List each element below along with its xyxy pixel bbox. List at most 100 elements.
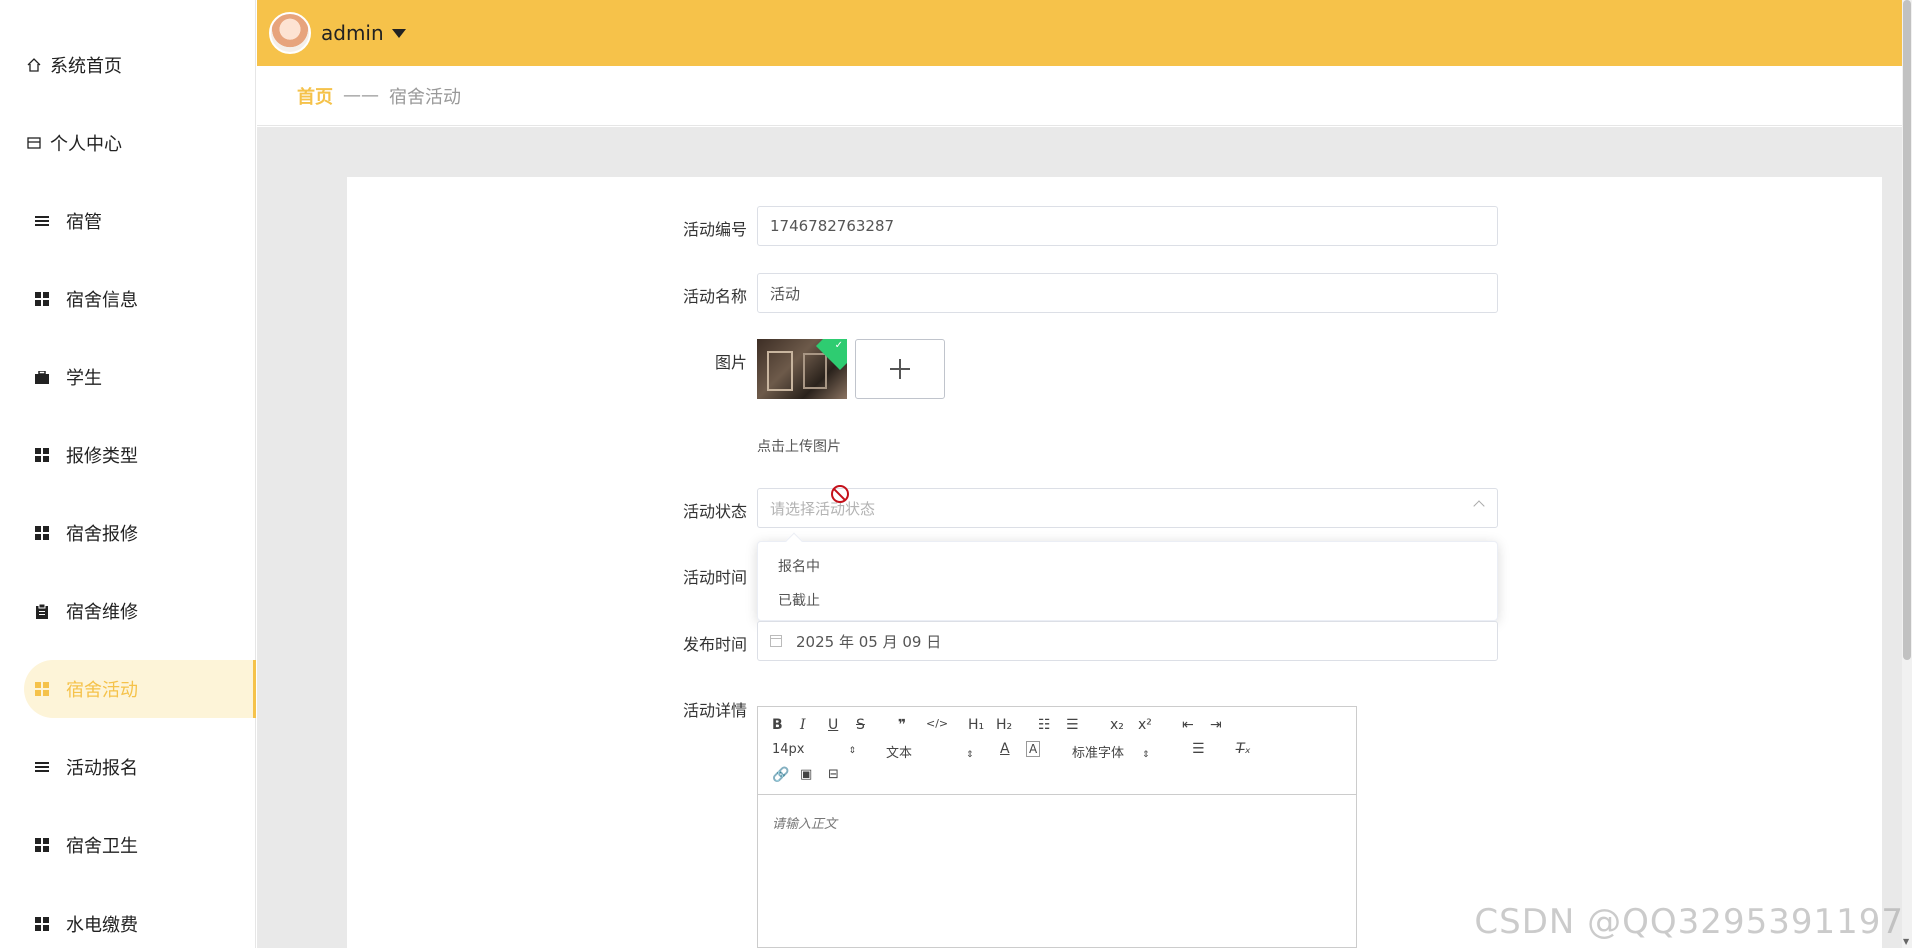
sidebar-item-dorm-repair[interactable]: 宿舍报修 (32, 504, 256, 562)
bold-button[interactable]: B (772, 717, 783, 733)
home-icon (24, 58, 44, 72)
sidebar-item-label: 系统首页 (50, 56, 122, 77)
sidebar-item-label: 活动报名 (66, 758, 138, 779)
bunk-bed-shape (767, 351, 793, 391)
calendar-icon (770, 635, 782, 647)
chevron-up-icon (1473, 500, 1485, 512)
activity-time-label: 活动时间 (682, 568, 747, 587)
sidebar-item-dorm-maintenance[interactable]: 宿舍维修 (32, 582, 256, 640)
activity-name-input[interactable]: 活动 (757, 273, 1498, 313)
h1-button[interactable]: H₁ (968, 717, 984, 733)
status-placeholder: 请选择活动状态 (770, 499, 876, 518)
publish-time-label: 发布时间 (682, 635, 747, 654)
font-size-value: 14px (772, 742, 805, 757)
breadcrumb-separator: —— (343, 85, 379, 106)
breadcrumb-home[interactable]: 首页 (297, 83, 333, 109)
status-label: 活动状态 (682, 502, 747, 521)
subscript-button[interactable]: x₂ (1110, 717, 1124, 733)
sidebar-item-utility-fee[interactable]: 水电缴费 (32, 895, 256, 948)
image-upload-button[interactable] (855, 339, 945, 399)
caret-down-icon (391, 28, 406, 38)
underline-button[interactable]: U (828, 717, 838, 733)
uploaded-image-thumbnail[interactable]: ✓ (757, 339, 847, 399)
check-icon: ✓ (834, 340, 843, 351)
list-icon (32, 215, 52, 227)
top-bar: admin (257, 0, 1902, 66)
rich-text-editor: B I U S ❞ </> H₁ H₂ ☷ ☰ x₂ x² ⇤ ⇥ 14px ⇕ … (757, 706, 1357, 948)
h2-button[interactable]: H₂ (996, 717, 1012, 733)
bunk-bed-shape (803, 353, 827, 389)
align-button[interactable]: ☰ (1192, 741, 1205, 757)
updown-icon: ⇕ (966, 750, 974, 760)
editor-placeholder: 请输入正文 (772, 817, 838, 832)
outdent-button[interactable]: ⇤ (1182, 717, 1194, 733)
status-option-signup[interactable]: 报名中 (778, 556, 820, 576)
italic-button[interactable]: I (800, 717, 806, 733)
sidebar-item-activity-signup[interactable]: 活动报名 (32, 738, 256, 796)
username: admin (321, 21, 384, 45)
grid-icon (32, 292, 52, 306)
sidebar-item-personal[interactable]: 个人中心 (24, 114, 256, 172)
activity-no-label: 活动编号 (682, 220, 747, 239)
code-block-button[interactable]: </> (926, 717, 948, 730)
publish-time-input[interactable]: 2025 年 05 月 09 日 (757, 621, 1498, 661)
font-color-button[interactable]: A (1000, 741, 1010, 757)
sidebar-item-label: 宿舍维修 (66, 602, 138, 623)
sidebar-item-label: 学生 (66, 368, 102, 389)
sidebar-item-label: 宿舍卫生 (66, 836, 138, 857)
indent-button[interactable]: ⇥ (1210, 717, 1222, 733)
ordered-list-button[interactable]: ☷ (1038, 717, 1051, 733)
card-icon (24, 136, 44, 150)
grid-icon (32, 526, 52, 540)
page-scrollbar[interactable]: ▼ (1902, 0, 1912, 948)
breadcrumb-current: 宿舍活动 (389, 86, 461, 108)
strike-button[interactable]: S (856, 717, 865, 733)
sidebar-item-label: 宿管 (66, 212, 102, 233)
image-button[interactable]: ▣ (800, 767, 812, 782)
sidebar-item-home[interactable]: 系统首页 (24, 36, 256, 94)
activity-name-value: 活动 (770, 284, 801, 303)
sidebar: 系统首页 个人中心 宿管 宿舍信息 学生 报修类型 宿舍报修 宿舍维修 宿舍活动… (0, 0, 256, 948)
sidebar-item-dorm-manager[interactable]: 宿管 (32, 192, 256, 250)
image-label: 图片 (714, 353, 747, 372)
grid-icon (32, 682, 52, 696)
quote-button[interactable]: ❞ (898, 717, 906, 733)
background-color-button[interactable]: A (1026, 741, 1041, 757)
font-family-select[interactable]: 标准字体 ⇕ (1072, 742, 1150, 761)
activity-name-label: 活动名称 (682, 287, 747, 306)
list-icon (32, 761, 52, 773)
sidebar-item-repair-type[interactable]: 报修类型 (32, 426, 256, 484)
video-button[interactable]: ⊟ (828, 767, 839, 782)
avatar[interactable] (269, 12, 311, 54)
status-select[interactable]: 请选择活动状态 (757, 488, 1498, 528)
sidebar-item-label: 宿舍活动 (66, 680, 138, 701)
user-menu[interactable]: admin (321, 21, 406, 45)
link-button[interactable]: 🔗 (772, 767, 789, 783)
updown-icon: ⇕ (1142, 750, 1150, 760)
grid-icon (32, 448, 52, 462)
status-option-closed[interactable]: 已截止 (778, 590, 820, 610)
clear-format-button[interactable]: T̶ₓ (1236, 741, 1251, 757)
sidebar-item-label: 水电缴费 (66, 915, 138, 936)
activity-no-input[interactable]: 1746782763287 (757, 206, 1498, 246)
plus-icon (899, 359, 901, 379)
sidebar-item-label: 报修类型 (66, 446, 138, 467)
publish-time-value: 2025 年 05 月 09 日 (796, 632, 942, 651)
superscript-button[interactable]: x² (1138, 717, 1152, 733)
sidebar-item-dorm-info[interactable]: 宿舍信息 (32, 270, 256, 328)
sidebar-item-student[interactable]: 学生 (32, 348, 256, 406)
sidebar-item-label: 个人中心 (50, 134, 122, 155)
font-size-select[interactable]: 14px ⇕ (772, 742, 856, 757)
clipboard-icon (32, 603, 52, 619)
status-dropdown: 报名中 已截止 (757, 532, 1498, 621)
activity-no-value: 1746782763287 (770, 217, 895, 235)
bullet-list-button[interactable]: ☰ (1066, 717, 1079, 733)
scrollbar-thumb[interactable] (1903, 0, 1911, 660)
updown-icon: ⇕ (848, 746, 857, 756)
upload-hint: 点击上传图片 (757, 439, 841, 455)
text-type-select[interactable]: 文本 ⇕ (886, 742, 974, 761)
sidebar-item-dorm-activity[interactable]: 宿舍活动 (24, 660, 256, 718)
sidebar-item-dorm-hygiene[interactable]: 宿舍卫生 (32, 816, 256, 874)
detail-label: 活动详情 (682, 701, 747, 720)
watermark: CSDN @QQ3295391197 (1474, 902, 1904, 942)
